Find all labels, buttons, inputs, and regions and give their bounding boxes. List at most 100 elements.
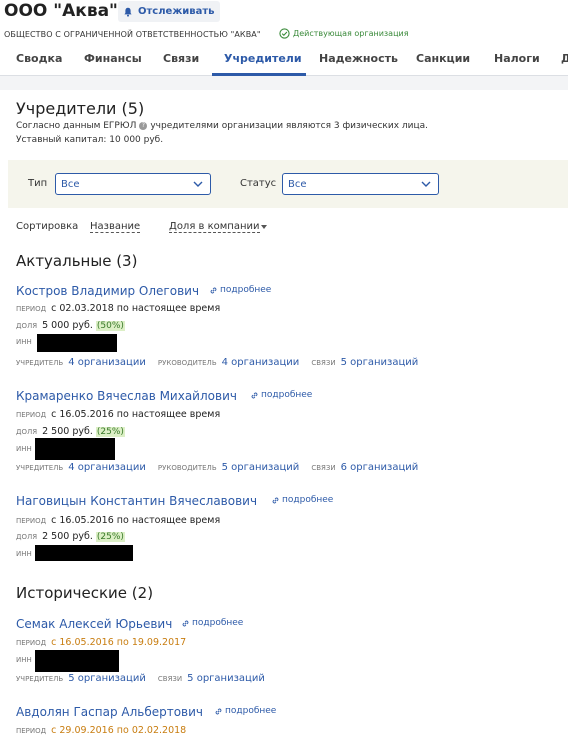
more-link[interactable]: подробнее (214, 706, 276, 716)
more-link-label: подробнее (220, 285, 272, 295)
sort-by-share[interactable]: Доля в компании (169, 221, 260, 233)
period-key: ПЕРИОД (16, 305, 47, 313)
period-key: ПЕРИОД (16, 411, 47, 419)
founder-name[interactable]: Семак Алексей Юрьевич (16, 617, 172, 631)
type-filter-select[interactable]: Все (55, 173, 211, 195)
founder-name[interactable]: Костров Владимир Олегович (16, 284, 199, 298)
founder-key: УЧРЕДИТЕЛЬ (16, 675, 64, 683)
inn-row: ИНН (16, 656, 37, 664)
founder-orgs-link[interactable]: 5 организаций (68, 673, 146, 684)
question-icon[interactable]: ? (139, 122, 148, 130)
more-link[interactable]: подробнее (250, 390, 312, 400)
company-full-name: ОБЩЕСТВО С ОГРАНИЧЕННОЙ ОТВЕТСТВЕННОСТЬЮ… (4, 30, 261, 39)
period-row: ПЕРИОД с 16.05.2016 по настоящее время (16, 515, 220, 526)
sort-arrow-icon[interactable] (261, 225, 267, 229)
share-key: ДОЛЯ (16, 322, 38, 330)
founder-name[interactable]: Крамаренко Вячеслав Михайлович (16, 389, 237, 403)
sort-by-name[interactable]: Название (90, 221, 141, 233)
period-row: ПЕРИОД с 02.03.2018 по настоящее время (16, 303, 220, 314)
redacted-inn (35, 650, 119, 672)
historical-section-title: Исторические (2) (16, 584, 154, 602)
more-link[interactable]: подробнее (271, 495, 333, 505)
period-key: ПЕРИОД (16, 727, 47, 735)
tab-taxes[interactable]: Налоги (494, 52, 540, 65)
founders-info-prefix: Согласно данным ЕГРЮЛ (16, 121, 137, 131)
type-filter-label: Тип (28, 178, 48, 189)
tab-finance[interactable]: Финансы (84, 52, 142, 65)
tab-sanctions[interactable]: Санкции (416, 52, 470, 65)
link-icon (272, 497, 279, 503)
relations-row: УЧРЕДИТЕЛЬ 4 организации РУКОВОДИТЕЛЬ 5 … (16, 462, 430, 473)
manager-orgs-link[interactable]: 5 организаций (222, 462, 300, 473)
inn-row: ИНН (16, 550, 37, 558)
share-percent-badge: (50%) (95, 321, 125, 331)
period-value: с 16.05.2016 по настоящее время (51, 515, 221, 526)
inn-row: ИНН (16, 445, 37, 453)
founder-name[interactable]: Авдолян Гаспар Альбертович (16, 705, 203, 719)
tab-links[interactable]: Связи (163, 52, 199, 65)
link-icon (251, 392, 258, 398)
links-key: СВЯЗИ (311, 464, 336, 472)
status-filter-value: Все (288, 179, 307, 190)
follow-button-label: Отслеживать (138, 6, 215, 17)
manager-orgs-link[interactable]: 4 организации (222, 357, 300, 368)
period-row: ПЕРИОД с 16.05.2016 по настоящее время (16, 409, 220, 420)
tab-more[interactable]: Д (561, 52, 568, 65)
actual-section-title: Актуальные (3) (16, 252, 138, 270)
manager-key: РУКОВОДИТЕЛЬ (157, 359, 217, 367)
relations-row: УЧРЕДИТЕЛЬ 5 организаций СВЯЗИ 5 организ… (16, 673, 277, 684)
relations-row: УЧРЕДИТЕЛЬ 4 организации РУКОВОДИТЕЛЬ 4 … (16, 357, 430, 368)
inn-key: ИНН (16, 338, 32, 346)
share-percent-badge: (25%) (95, 427, 125, 437)
manager-key: РУКОВОДИТЕЛЬ (157, 464, 217, 472)
company-status: Действующая организация (279, 28, 409, 39)
period-value: с 02.03.2018 по настоящее время (51, 303, 221, 314)
founder-key: УЧРЕДИТЕЛЬ (16, 359, 64, 367)
more-link-label: подробнее (192, 618, 244, 628)
more-link-label: подробнее (261, 390, 313, 400)
share-value: 2 500 руб. (42, 426, 93, 437)
links-key: СВЯЗИ (157, 675, 183, 683)
check-circle-icon (279, 28, 290, 39)
period-key: ПЕРИОД (16, 517, 47, 525)
status-filter-select[interactable]: Все (282, 173, 439, 195)
period-row: ПЕРИОД с 16.05.2016 по 19.09.2017 (16, 637, 186, 648)
period-value: с 16.05.2016 по настоящее время (51, 409, 221, 420)
share-row: ДОЛЯ 2 500 руб. (25%) (16, 426, 125, 437)
link-icon (215, 708, 222, 714)
bell-icon (124, 7, 132, 17)
section-gap (0, 76, 568, 90)
founder-orgs-link[interactable]: 4 организации (68, 462, 146, 473)
redacted-inn (35, 438, 115, 460)
links-orgs-link[interactable]: 5 организаций (341, 357, 419, 368)
more-link[interactable]: подробнее (209, 285, 271, 295)
links-orgs-link[interactable]: 6 организаций (341, 462, 419, 473)
type-filter-value: Все (61, 179, 80, 190)
tab-founders[interactable]: Учредители (224, 52, 302, 65)
inn-key: ИНН (16, 656, 32, 664)
company-title: ООО "Аква" (4, 1, 118, 21)
inn-row: ИНН (16, 338, 37, 346)
chevron-down-icon (421, 181, 431, 187)
founder-orgs-link[interactable]: 4 организации (68, 357, 146, 368)
follow-button[interactable]: Отслеживать (118, 1, 221, 22)
chevron-down-icon (193, 181, 203, 187)
company-status-text: Действующая организация (293, 29, 409, 38)
more-link[interactable]: подробнее (181, 618, 243, 628)
links-key: СВЯЗИ (311, 359, 336, 367)
founders-info: Согласно данным ЕГРЮЛ ? учредителями орг… (16, 121, 428, 131)
redacted-inn (35, 545, 133, 561)
redacted-inn (37, 334, 117, 352)
inn-key: ИНН (16, 445, 32, 453)
period-key: ПЕРИОД (16, 639, 47, 647)
link-icon (182, 620, 189, 626)
tab-bar: Сводка Финансы Связи Учредители Надежнос… (0, 44, 568, 76)
founder-name[interactable]: Наговицын Константин Вячеславович (16, 494, 257, 508)
share-key: ДОЛЯ (16, 428, 38, 436)
link-icon (210, 287, 217, 293)
period-value: с 29.09.2016 по 02.02.2018 (51, 725, 187, 736)
more-link-label: подробнее (282, 495, 334, 505)
tab-summary[interactable]: Сводка (16, 52, 62, 65)
links-orgs-link[interactable]: 5 организаций (187, 673, 265, 684)
tab-reliability[interactable]: Надежность (319, 52, 398, 65)
